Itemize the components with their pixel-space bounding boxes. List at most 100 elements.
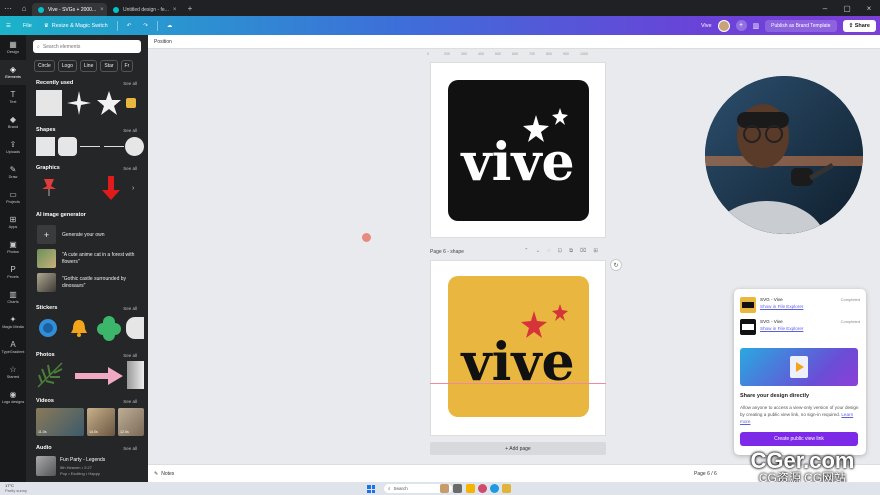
start-menu-icon[interactable]: [367, 485, 375, 493]
add-page-button[interactable]: + Add page: [430, 442, 606, 455]
browser-tab[interactable]: Untitled design - fe... ×: [107, 3, 182, 16]
rail-item-photos[interactable]: ▣ Photos: [0, 235, 26, 260]
widget-icon[interactable]: [440, 484, 449, 493]
chip-logo[interactable]: Logo: [57, 60, 77, 72]
ai-prompt-suggestion[interactable]: "Gothic castle surrounded by dinosaurs": [37, 273, 142, 292]
video-thumbnail[interactable]: 12.0s: [118, 408, 144, 436]
recent-square-element[interactable]: [36, 90, 62, 116]
recent-sparkle-element[interactable]: [66, 90, 92, 116]
delete-icon[interactable]: ⌧: [580, 248, 586, 255]
chip-circle[interactable]: Circle: [34, 60, 55, 72]
palm-leaf-photo[interactable]: [36, 361, 64, 389]
rail-item-typegradient[interactable]: A TypeGradient: [0, 335, 26, 360]
chip-star[interactable]: Star: [100, 60, 118, 72]
task-view-icon[interactable]: [453, 484, 462, 493]
video-thumbnail[interactable]: 11.0s: [36, 408, 84, 436]
browser-app-icon[interactable]: [478, 484, 487, 493]
tab-close-icon[interactable]: ×: [173, 7, 177, 13]
bell-sticker[interactable]: [68, 317, 90, 339]
redo-icon[interactable]: ↷: [137, 16, 154, 35]
yellow-logo-tile[interactable]: vive: [448, 276, 589, 417]
search-input[interactable]: [42, 43, 133, 50]
chip-frame[interactable]: Fr: [120, 60, 134, 72]
recent-yellow-element[interactable]: [126, 98, 136, 108]
audio-title-text[interactable]: Fun Party - Legends: [60, 457, 105, 463]
minimize-icon[interactable]: –: [814, 4, 836, 13]
pink-arrow-photo[interactable]: [74, 365, 124, 387]
notes-button[interactable]: Notes: [161, 471, 174, 477]
show-in-explorer-link[interactable]: Show in File Explorer: [760, 326, 803, 331]
notes-icon[interactable]: ✎: [154, 471, 158, 477]
rail-item-text[interactable]: T Text: [0, 85, 26, 110]
rail-item-magic-media[interactable]: ✦ Magic Media: [0, 310, 26, 335]
chip-line[interactable]: Line: [79, 60, 98, 72]
duplicate-icon[interactable]: ⧉: [569, 248, 573, 255]
rail-item-pexels[interactable]: P Pexels: [0, 260, 26, 285]
circle-shape[interactable]: [125, 137, 144, 156]
weather-widget[interactable]: 17°C Partly sunny: [5, 483, 27, 493]
create-public-link-button[interactable]: Create public view link: [740, 432, 858, 446]
publish-template-button[interactable]: Publish as Brand Template: [765, 19, 837, 32]
avatar[interactable]: [717, 19, 730, 32]
scroll-right-icon[interactable]: ›: [132, 185, 134, 192]
line-shape[interactable]: [80, 146, 100, 147]
rail-item-projects[interactable]: ▭ Projects: [0, 185, 26, 210]
home-menu-icon[interactable]: ☰: [0, 16, 17, 35]
see-all-link[interactable]: See all: [123, 166, 137, 171]
show-in-explorer-link[interactable]: Show in File Explorer: [760, 304, 803, 309]
see-all-link[interactable]: See all: [123, 128, 137, 133]
lock-icon[interactable]: ⊡: [558, 248, 563, 255]
see-all-link[interactable]: See all: [123, 306, 137, 311]
undo-icon[interactable]: ↶: [121, 16, 138, 35]
close-window-icon[interactable]: ×: [858, 4, 880, 13]
rail-item-apps[interactable]: ⊞ Apps: [0, 210, 26, 235]
sticker-thumbnail[interactable]: [126, 317, 144, 339]
pushpin-graphic[interactable]: [38, 175, 60, 197]
new-tab-icon[interactable]: +: [182, 0, 198, 16]
refresh-icon[interactable]: ↻: [610, 259, 622, 271]
red-arrow-graphic[interactable]: [100, 175, 122, 201]
see-all-link[interactable]: See all: [123, 399, 137, 404]
hide-page-icon[interactable]: ◌: [547, 248, 550, 255]
see-all-link[interactable]: See all: [123, 446, 137, 451]
generate-own-button[interactable]: + Generate your own: [37, 225, 105, 244]
maximize-icon[interactable]: ▢: [836, 4, 858, 13]
rail-item-charts[interactable]: ▥ Charts: [0, 285, 26, 310]
see-all-link[interactable]: See all: [123, 353, 137, 358]
rail-item-starred[interactable]: ☆ Starred: [0, 360, 26, 385]
rail-item-draw[interactable]: ✎ Draw: [0, 160, 26, 185]
edge-icon[interactable]: [490, 484, 499, 493]
rail-item-design[interactable]: ▦ Design: [0, 35, 26, 60]
rail-item-logo-designs[interactable]: ◉ Logo designs: [0, 385, 26, 410]
page-counter[interactable]: Page 6 / 6: [694, 471, 717, 477]
add-collaborator-icon[interactable]: +: [735, 20, 747, 31]
rail-item-uploads[interactable]: ⇪ Uploads: [0, 135, 26, 160]
recent-star-element[interactable]: [96, 90, 122, 116]
rail-item-brand[interactable]: ◆ Brand: [0, 110, 26, 135]
ai-prompt-suggestion[interactable]: "A cute anime cat in a forest with flowe…: [37, 249, 142, 268]
browser-home-icon[interactable]: ⌂: [16, 0, 32, 16]
badge-sticker[interactable]: [37, 317, 59, 339]
audio-cover[interactable]: [36, 456, 56, 476]
move-up-icon[interactable]: ⌃: [524, 248, 529, 255]
cloud-save-icon[interactable]: ☁: [161, 16, 179, 35]
file-menu[interactable]: File: [17, 16, 38, 35]
position-button[interactable]: Position: [154, 39, 172, 45]
square-shape[interactable]: [36, 137, 55, 156]
resize-button[interactable]: ♛ Resize & Magic Switch: [38, 16, 114, 35]
see-all-link[interactable]: See all: [123, 81, 137, 86]
photo-thumbnail[interactable]: [127, 361, 144, 389]
video-thumbnail[interactable]: 14.0s: [87, 408, 115, 436]
search-box[interactable]: ⌕: [33, 40, 141, 53]
clover-sticker[interactable]: [96, 315, 122, 341]
black-logo-tile[interactable]: vive: [448, 80, 589, 221]
browser-tab[interactable]: Vive - SVGs + 2000... ×: [32, 3, 107, 16]
tab-close-icon[interactable]: ×: [100, 7, 104, 13]
folder-app-icon[interactable]: [502, 484, 511, 493]
browser-menu-icon[interactable]: ⋯: [0, 0, 16, 16]
add-page-icon[interactable]: ⊞: [593, 248, 598, 255]
rail-item-elements[interactable]: ◈ Elements: [0, 60, 26, 85]
share-button[interactable]: ⇪ Share: [842, 19, 876, 32]
analytics-icon[interactable]: ▥: [753, 22, 760, 30]
rounded-square-shape[interactable]: [58, 137, 77, 156]
